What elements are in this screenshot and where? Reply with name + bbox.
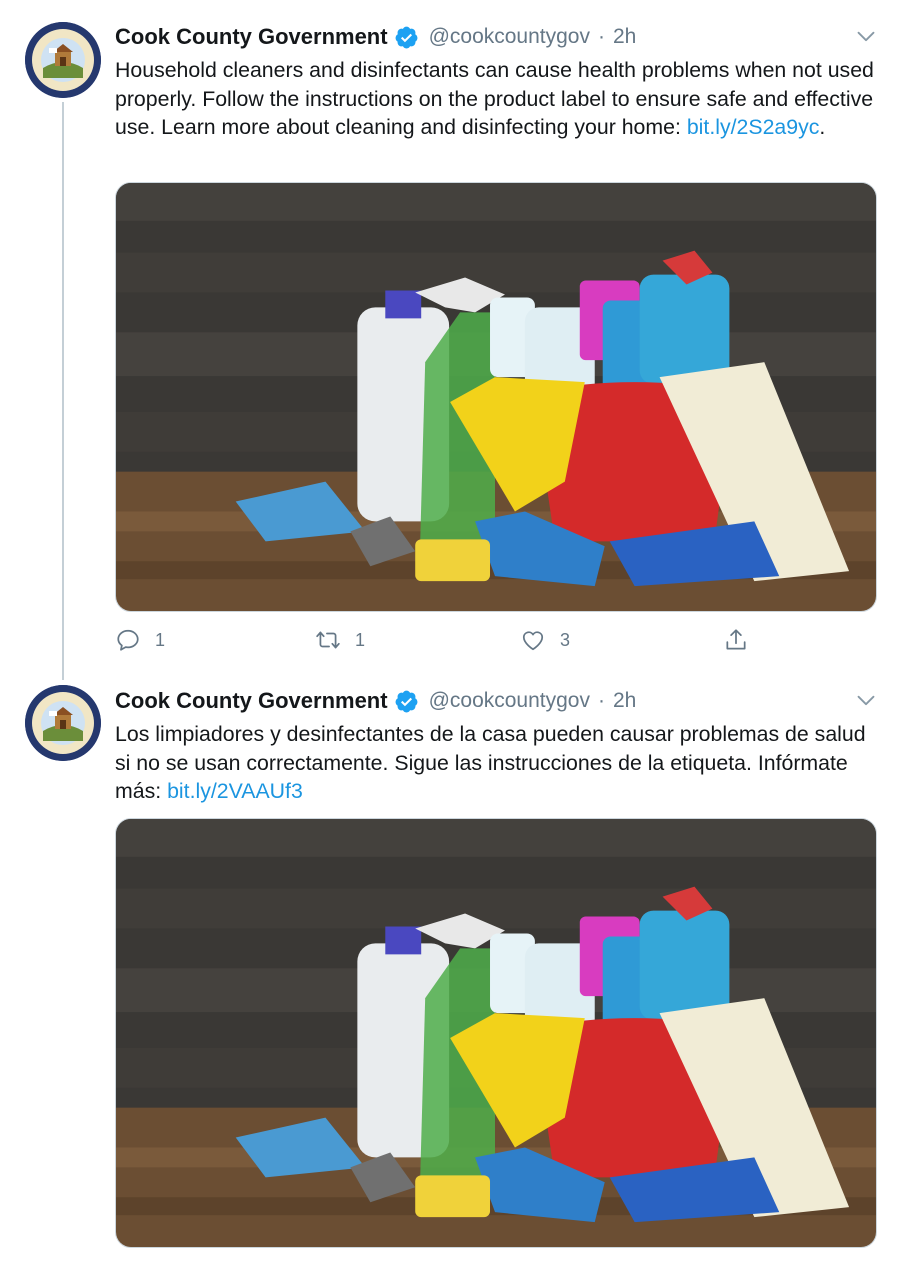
heart-icon: [522, 631, 544, 651]
author-handle[interactable]: @cookcountygov: [429, 689, 590, 713]
tweet-link[interactable]: bit.ly/2S2a9yc: [687, 115, 820, 139]
share-button[interactable]: [723, 622, 749, 658]
separator: ·: [598, 689, 605, 712]
timestamp[interactable]: 2h: [613, 25, 636, 49]
chevron-down-icon[interactable]: [856, 26, 876, 46]
tweet-header: Cook County Government @cookcountygov · …: [115, 686, 636, 716]
tweet-link[interactable]: bit.ly/2VAAUf3: [167, 779, 303, 803]
tweet-text: Los limpiadores y desinfectantes de la c…: [115, 720, 885, 806]
county-seal-icon: [25, 685, 101, 761]
like-count: 3: [560, 629, 571, 650]
verified-badge-icon: [395, 26, 418, 48]
like-button[interactable]: 3: [520, 622, 570, 658]
author-handle[interactable]: @cookcountygov: [429, 25, 590, 49]
tweet-text-end: .: [819, 115, 826, 139]
reply-count: 1: [155, 629, 166, 650]
tweet-image[interactable]: [115, 818, 877, 1248]
author-name[interactable]: Cook County Government: [115, 688, 388, 714]
avatar[interactable]: [25, 685, 101, 761]
tweet-text: Household cleaners and disinfectants can…: [115, 56, 885, 142]
county-seal-icon: [25, 22, 101, 98]
cleaning-supplies-image: [116, 819, 876, 1247]
reply-button[interactable]: 1: [115, 622, 165, 658]
retweet-button[interactable]: 1: [315, 622, 365, 658]
tweet-2[interactable]: Cook County Government @cookcountygov · …: [0, 680, 904, 1262]
author-name[interactable]: Cook County Government: [115, 24, 388, 50]
verified-badge-icon: [395, 690, 418, 712]
separator: ·: [598, 25, 605, 48]
tweet-actions: 1 1 3: [115, 622, 775, 658]
retweet-count: 1: [355, 629, 366, 650]
retweet-icon: [316, 631, 340, 649]
timestamp[interactable]: 2h: [613, 689, 636, 713]
share-icon: [726, 629, 746, 650]
chevron-down-icon[interactable]: [856, 690, 876, 710]
tweet-1[interactable]: Cook County Government @cookcountygov · …: [0, 0, 904, 680]
reply-icon: [117, 629, 139, 651]
tweet-header: Cook County Government @cookcountygov · …: [115, 22, 636, 52]
cleaning-supplies-image: [116, 183, 876, 611]
tweet-image[interactable]: [115, 182, 877, 612]
avatar[interactable]: [25, 22, 101, 98]
thread-line: [62, 102, 64, 680]
